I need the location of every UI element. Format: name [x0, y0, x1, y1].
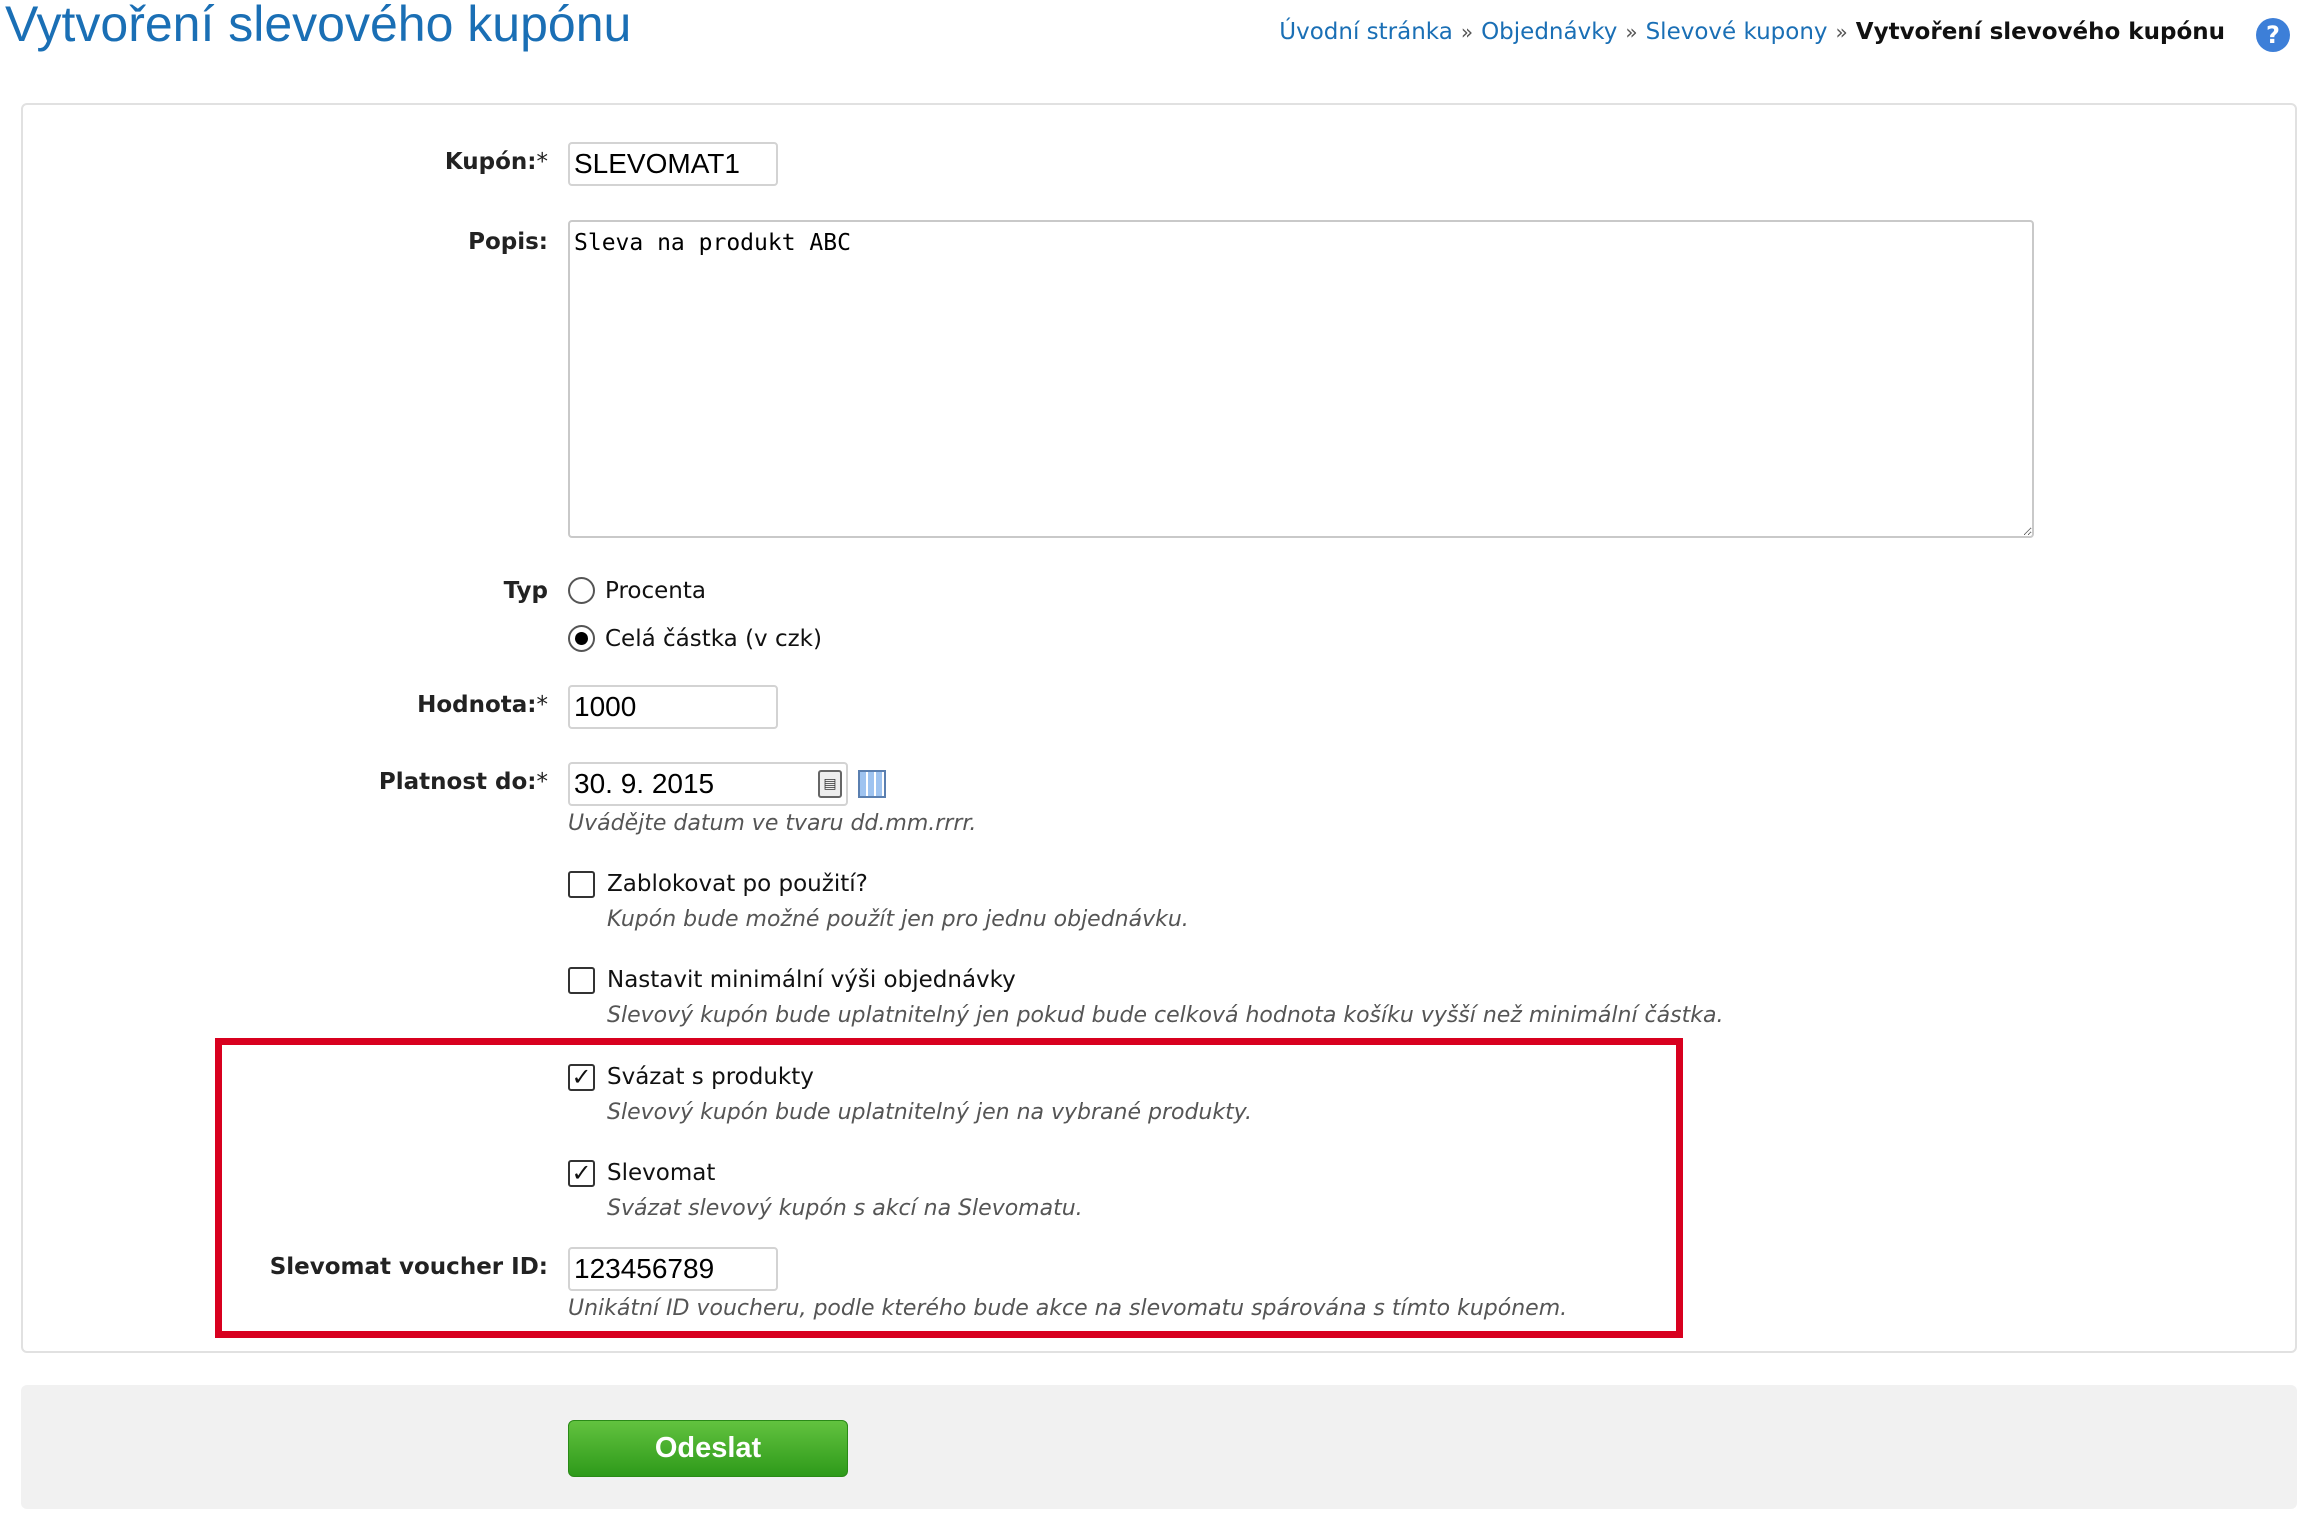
- min-order-hint: Slevový kupón bude uplatnitelný jen poku…: [607, 1003, 1724, 1028]
- page-title: Vytvoření slevového kupónu: [5, 0, 632, 52]
- voucher-id-hint: Unikátní ID voucheru, podle kterého bude…: [568, 1296, 1568, 1321]
- description-label: Popis:: [468, 229, 548, 255]
- breadcrumb-separator: »: [1625, 20, 1638, 44]
- value-label: Hodnota:*: [417, 692, 548, 718]
- slevomat-hint: Svázat slevový kupón s akcí na Slevomatu…: [607, 1196, 1083, 1221]
- type-amount-label[interactable]: Celá částka (v czk): [605, 624, 822, 654]
- help-icon[interactable]: ?: [2256, 18, 2290, 52]
- calendar-icon[interactable]: [858, 770, 886, 798]
- breadcrumb-coupons-link[interactable]: Slevové kupony: [1646, 19, 1828, 45]
- block-after-use-label[interactable]: Zablokovat po použití?: [607, 869, 868, 899]
- breadcrumb-orders-link[interactable]: Objednávky: [1481, 19, 1617, 45]
- valid-until-hint: Uvádějte datum ve tvaru dd.mm.rrrr.: [568, 811, 977, 836]
- submit-button[interactable]: Odeslat: [568, 1420, 848, 1477]
- type-percent-radio[interactable]: [568, 577, 595, 604]
- block-after-use-checkbox[interactable]: [568, 871, 595, 898]
- valid-until-input[interactable]: [568, 762, 848, 806]
- breadcrumb-home-link[interactable]: Úvodní stránka: [1279, 19, 1453, 45]
- link-products-hint: Slevový kupón bude uplatnitelný jen na v…: [607, 1100, 1253, 1125]
- type-label: Typ: [503, 578, 548, 604]
- coupon-input[interactable]: [568, 142, 778, 186]
- link-products-label[interactable]: Svázat s produkty: [607, 1062, 814, 1092]
- breadcrumb: Úvodní stránka » Objednávky » Slevové kupony…: [1279, 16, 2225, 48]
- value-input[interactable]: [568, 685, 778, 729]
- link-products-checkbox[interactable]: ✓: [568, 1064, 595, 1091]
- breadcrumb-separator: »: [1460, 20, 1474, 44]
- description-textarea[interactable]: Sleva na produkt ABC: [568, 220, 2034, 538]
- type-amount-radio[interactable]: [568, 625, 595, 652]
- breadcrumb-current: Vytvoření slevového kupónu: [1855, 19, 2225, 45]
- voucher-id-label: Slevomat voucher ID:: [269, 1254, 548, 1280]
- slevomat-checkbox[interactable]: ✓: [568, 1160, 595, 1187]
- slevomat-label[interactable]: Slevomat: [607, 1158, 715, 1188]
- form-footer: [21, 1385, 2297, 1509]
- highlight-box: [215, 1038, 1683, 1338]
- coupon-label: Kupón:*: [444, 149, 548, 175]
- valid-until-label: Platnost do:*: [378, 769, 548, 795]
- date-picker-icon[interactable]: ▤: [818, 770, 842, 798]
- type-percent-label[interactable]: Procenta: [605, 576, 706, 606]
- min-order-checkbox[interactable]: [568, 967, 595, 994]
- breadcrumb-separator: »: [1835, 20, 1848, 44]
- block-after-use-hint: Kupón bude možné použít jen pro jednu ob…: [607, 907, 1189, 932]
- voucher-id-input[interactable]: [568, 1247, 778, 1291]
- min-order-label[interactable]: Nastavit minimální výši objednávky: [607, 965, 1016, 995]
